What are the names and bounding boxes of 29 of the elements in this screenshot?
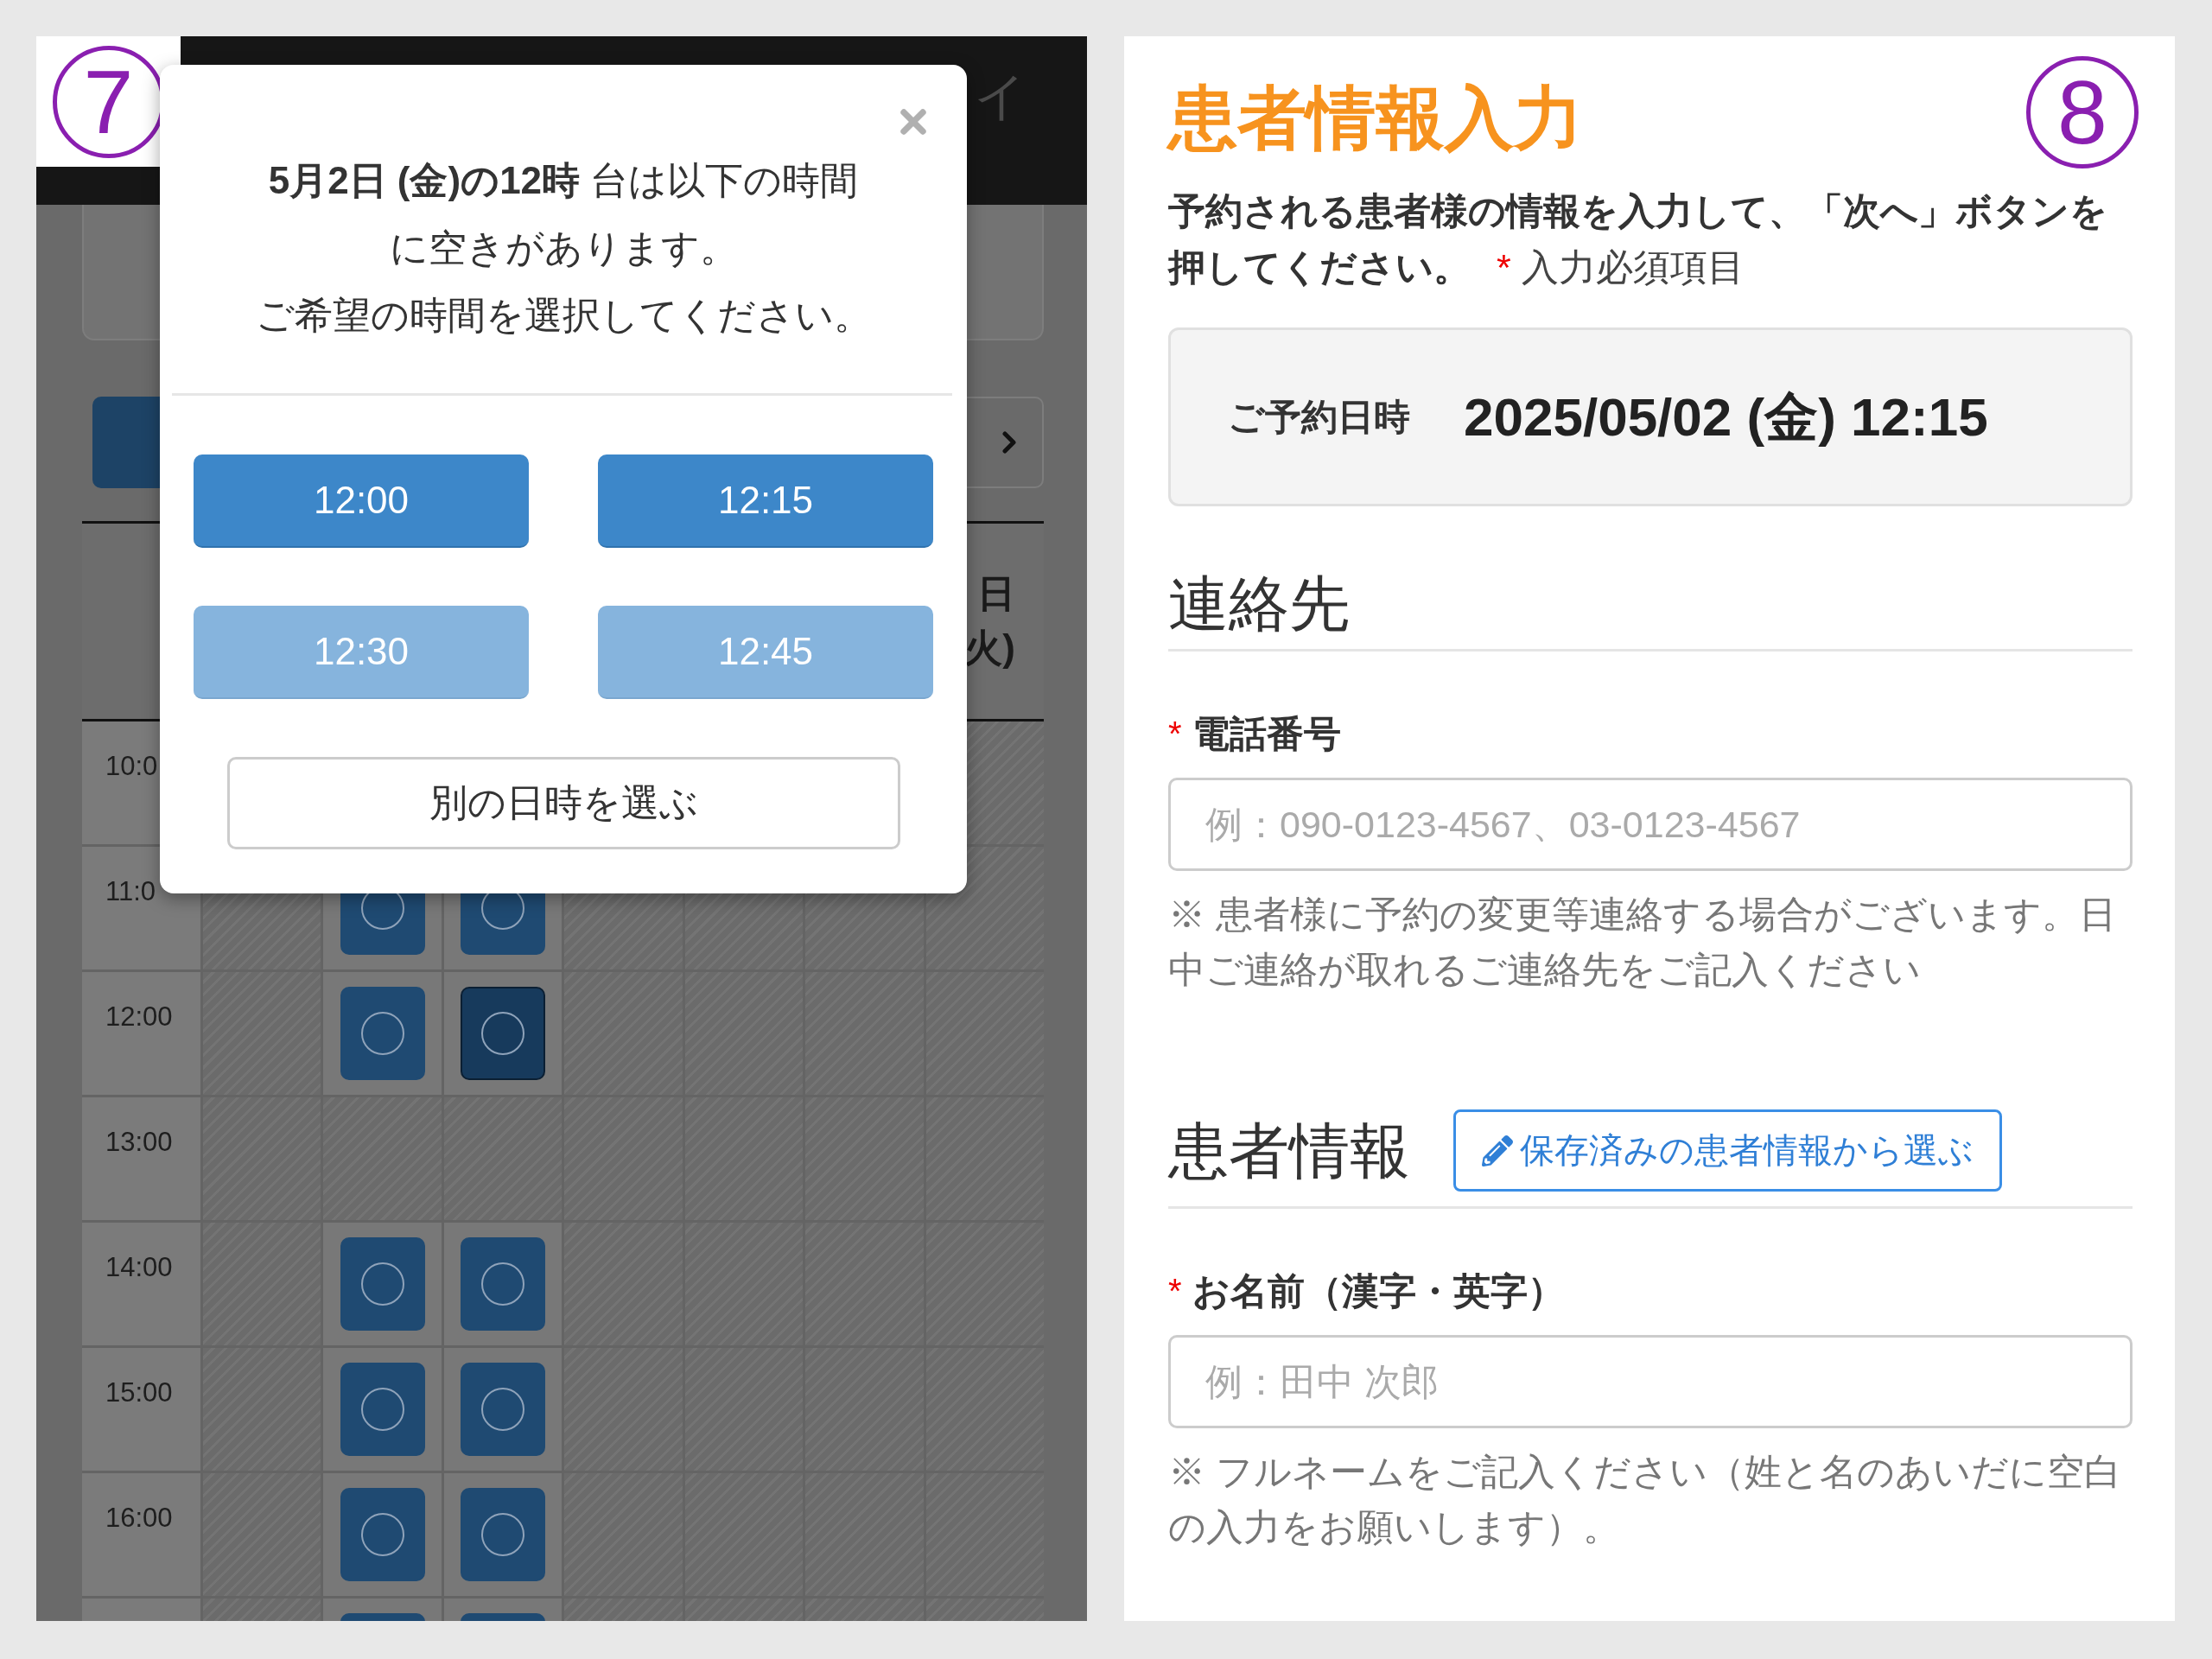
reservation-label: ご予約日時 xyxy=(1228,395,1410,439)
time-option-button[interactable]: 12:15 xyxy=(598,454,933,548)
required-mark: * xyxy=(1168,714,1182,754)
field-label: 電話番号 xyxy=(1192,712,1341,756)
time-cell: 15:00 xyxy=(82,1348,200,1471)
section-heading: 連絡先 xyxy=(1168,569,1350,639)
time-cell: 12:00 xyxy=(82,972,200,1095)
pencil-icon xyxy=(1482,1135,1513,1166)
saved-info-button[interactable]: 保存済みの患者情報から選ぶ xyxy=(1453,1109,2002,1192)
required-mark: * xyxy=(1168,1271,1182,1312)
reservation-datetime: 2025/05/02 (金) 12:15 xyxy=(1464,385,1988,448)
time-cell: 14:00 xyxy=(82,1223,200,1345)
day-header-text: 火) xyxy=(964,626,1015,671)
input-field[interactable]: 例：田中 次郎 xyxy=(1168,1335,2133,1428)
time-cell: 13:00 xyxy=(82,1097,200,1220)
field-note: ※ 患者様に予約の変更等連絡する場合がございます。日中ご連絡が取れるご連絡先をご記入ください xyxy=(1168,893,2117,992)
step-number-badge: 8 xyxy=(2026,56,2139,168)
time-cell: 16:00 xyxy=(82,1473,200,1596)
field-label: お名前（漢字・英字） xyxy=(1192,1269,1565,1313)
section-heading: 患者情報 xyxy=(1168,1116,1410,1186)
available-slot[interactable] xyxy=(461,987,546,1080)
field-note: ※ フルネームをご記入ください（姓と名のあいだに空白の入力をお願いします）。 xyxy=(1168,1450,2122,1549)
input-field[interactable]: 例：090-0123-4567、03-0123-4567 xyxy=(1168,778,2133,871)
time-option-button[interactable]: 12:00 xyxy=(194,454,529,548)
instructions-text: 予約される患者様の情報を入力して、「次へ」ボタンを押してください。 * 入力必須項目 xyxy=(1168,189,2108,289)
day-header-text: 日 xyxy=(977,571,1015,616)
dialog-message: 5月2日 (金)の12時 台は以下の時間に空きがあります。 xyxy=(267,158,860,270)
dialog-instruction: ご希望の時間を選択してください。 xyxy=(254,293,873,338)
other-date-button[interactable]: 別の日時を選ぶ xyxy=(226,757,900,849)
